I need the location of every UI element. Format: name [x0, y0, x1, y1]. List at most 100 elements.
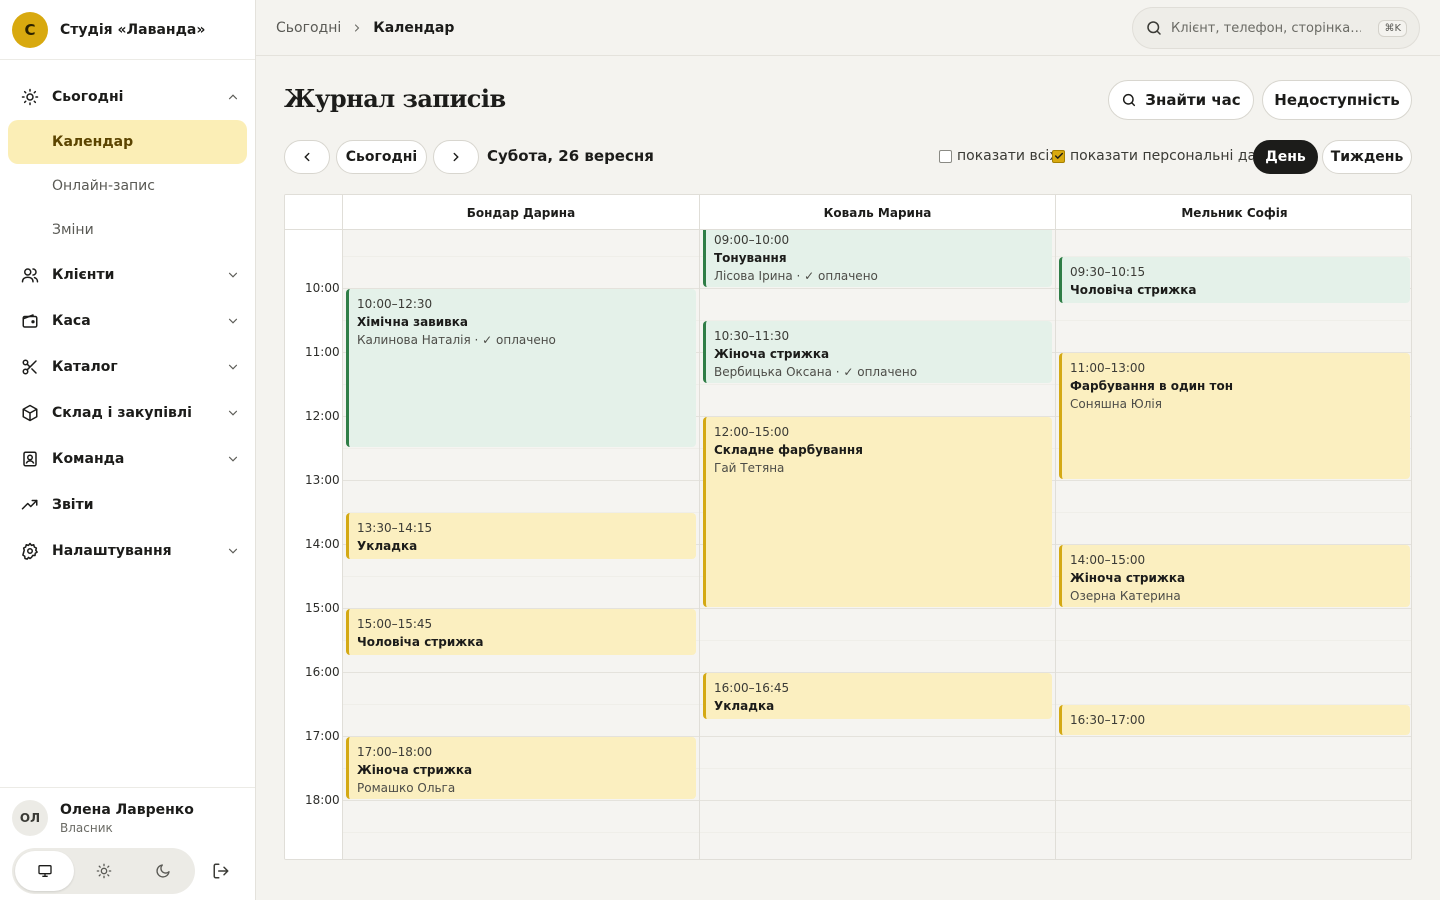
sun-icon — [96, 863, 112, 879]
view-week-button[interactable]: Тиждень — [1322, 140, 1412, 174]
nav-sub-shifts[interactable]: Зміни — [8, 208, 247, 252]
nav-item-today[interactable]: Сьогодні — [0, 74, 255, 120]
sidebar-footer: ОЛ Олена Лавренко Власник — [0, 787, 255, 900]
show-all-checkbox[interactable]: показати всіх — [939, 148, 1058, 164]
breadcrumb-current: Календар — [373, 19, 455, 36]
view-day-button[interactable]: День — [1253, 140, 1318, 174]
nav-label-clients: Клієнти — [52, 267, 115, 283]
nav-label-team: Команда — [52, 451, 125, 467]
grid-line — [1056, 480, 1411, 481]
scissors-icon — [20, 357, 40, 377]
check-icon — [1054, 152, 1063, 159]
user-profile[interactable]: ОЛ Олена Лавренко Власник — [0, 788, 255, 836]
nav-item-cash[interactable]: Каса — [0, 298, 255, 344]
hour-label: 11:00 — [305, 345, 340, 359]
grid-line — [700, 640, 1055, 641]
appointment-card[interactable]: 16:00–16:45 Укладка — [703, 673, 1052, 719]
nav-sub-online-booking[interactable]: Онлайн-запис — [8, 164, 247, 208]
hour-label: 18:00 — [305, 793, 340, 807]
appointment-card[interactable]: 14:00–15:00 Жіноча стрижка Озерна Катерина — [1059, 545, 1410, 607]
appointment-card[interactable]: 16:30–17:00 — [1059, 705, 1410, 735]
appointment-card[interactable]: 10:30–11:30 Жіноча стрижка Вербицька Оксан… — [703, 321, 1052, 383]
grid-line — [700, 800, 1055, 801]
monitor-icon — [37, 863, 53, 879]
staff-column[interactable]: 10:00–12:30 Хімічна завивка Калинова Натал… — [342, 230, 699, 859]
appointment-service: Хімічна завивка — [357, 315, 468, 329]
appointment-card[interactable]: 17:00–18:00 Жіноча стрижка Ромашко Ольга — [346, 737, 696, 799]
theme-light-button[interactable] — [74, 851, 133, 891]
appointment-client: Калинова Наталія · ✓ оплачено — [357, 333, 556, 347]
hour-label: 10:00 — [305, 281, 340, 295]
appointment-service: Жіноча стрижка — [1070, 571, 1186, 585]
id-badge-icon — [20, 449, 40, 469]
chevron-down-icon — [225, 313, 241, 329]
appointment-service: Тонування — [714, 251, 787, 265]
appointment-card[interactable]: 13:30–14:15 Укладка — [346, 513, 696, 559]
global-search: ⌘K — [1132, 7, 1420, 49]
appointment-card[interactable]: 10:00–12:30 Хімічна завивка Калинова Натал… — [346, 289, 696, 447]
appointment-service: Укладка — [714, 699, 775, 713]
show-personal-box[interactable] — [1052, 149, 1065, 163]
appointment-service: Укладка — [357, 539, 418, 553]
nav-item-reports[interactable]: Звіти — [0, 482, 255, 528]
hour-label: 17:00 — [305, 729, 340, 743]
nav-sub-calendar[interactable]: Календар — [8, 120, 247, 164]
appointment-service: Жіноча стрижка — [357, 763, 473, 777]
appointment-time: 14:00–15:00 — [1070, 553, 1146, 567]
main-nav: Сьогодні Календар Онлайн-запис Зміни Клі… — [0, 60, 255, 574]
appointment-client: Лісова Ірина · ✓ оплачено — [714, 269, 878, 283]
hour-label: 09:00 — [305, 230, 340, 231]
appointment-time: 16:30–17:00 — [1070, 713, 1146, 727]
nav-label-today: Сьогодні — [52, 89, 124, 105]
brand-name: Студія «Лаванда» — [60, 21, 206, 38]
brand[interactable]: С Студія «Лаванда» — [0, 0, 255, 60]
grid-line — [700, 736, 1055, 737]
appointment-card[interactable]: 11:00–13:00 Фарбування в один тон Соняшна … — [1059, 353, 1410, 479]
staff-column-header: Бондар Дарина — [342, 195, 699, 230]
topbar: Сьогодні Календар ⌘K — [256, 0, 1440, 56]
grid-line — [343, 480, 699, 481]
show-all-box[interactable] — [939, 149, 952, 163]
today-button[interactable]: Сьогодні — [336, 140, 427, 174]
nav-item-team[interactable]: Команда — [0, 436, 255, 482]
staff-column[interactable]: 09:00–10:00 Тонування Лісова Ірина · ✓ опл… — [699, 230, 1055, 859]
unavailability-button[interactable]: Недоступність — [1262, 80, 1412, 120]
appointment-client: Соняшна Юлія — [1070, 397, 1162, 411]
find-time-button[interactable]: Знайти час — [1108, 80, 1254, 120]
appointment-card[interactable]: 12:00–15:00 Складне фарбування Гай Тетяна — [703, 417, 1052, 607]
appointment-card[interactable]: 09:00–10:00 Тонування Лісова Ірина · ✓ опл… — [703, 230, 1052, 287]
nav-item-clients[interactable]: Клієнти — [0, 252, 255, 298]
appointment-time: 10:00–12:30 — [357, 297, 433, 311]
breadcrumb-today[interactable]: Сьогодні — [276, 20, 341, 36]
staff-column[interactable]: 09:30–10:15 Чоловіча стрижка 11:00–13:00 Фа… — [1055, 230, 1411, 859]
nav-item-stock[interactable]: Склад і закупівлі — [0, 390, 255, 436]
avatar: ОЛ — [12, 800, 48, 836]
chevron-left-icon — [300, 150, 314, 164]
appointment-card[interactable]: 15:00–15:45 Чоловіча стрижка — [346, 609, 696, 655]
search-input[interactable] — [1171, 20, 1361, 36]
nav-item-catalog[interactable]: Каталог — [0, 344, 255, 390]
grid-line — [700, 384, 1055, 385]
show-personal-checkbox[interactable]: показати персональні дані — [1052, 148, 1269, 164]
theme-system-button[interactable] — [15, 851, 74, 891]
logout-icon — [212, 862, 230, 880]
prev-day-button[interactable] — [284, 140, 330, 174]
hour-label: 12:00 — [305, 409, 340, 423]
package-icon — [20, 403, 40, 423]
appointment-card[interactable]: 09:30–10:15 Чоловіча стрижка — [1059, 257, 1410, 303]
nav-item-settings[interactable]: Налаштування — [0, 528, 255, 574]
logout-button[interactable] — [203, 853, 239, 889]
chevron-down-icon — [225, 267, 241, 283]
grid-line — [343, 448, 699, 449]
chevron-down-icon — [225, 359, 241, 375]
user-name: Олена Лавренко — [60, 801, 194, 818]
hour-label: 16:00 — [305, 665, 340, 679]
theme-dark-button[interactable] — [133, 851, 192, 891]
nav-label-cash: Каса — [52, 313, 91, 329]
next-day-button[interactable] — [433, 140, 479, 174]
nav-label-reports: Звіти — [52, 497, 94, 513]
grid-line — [700, 768, 1055, 769]
hour-label: 15:00 — [305, 601, 340, 615]
grid-line — [343, 704, 699, 705]
user-role: Власник — [60, 820, 113, 835]
